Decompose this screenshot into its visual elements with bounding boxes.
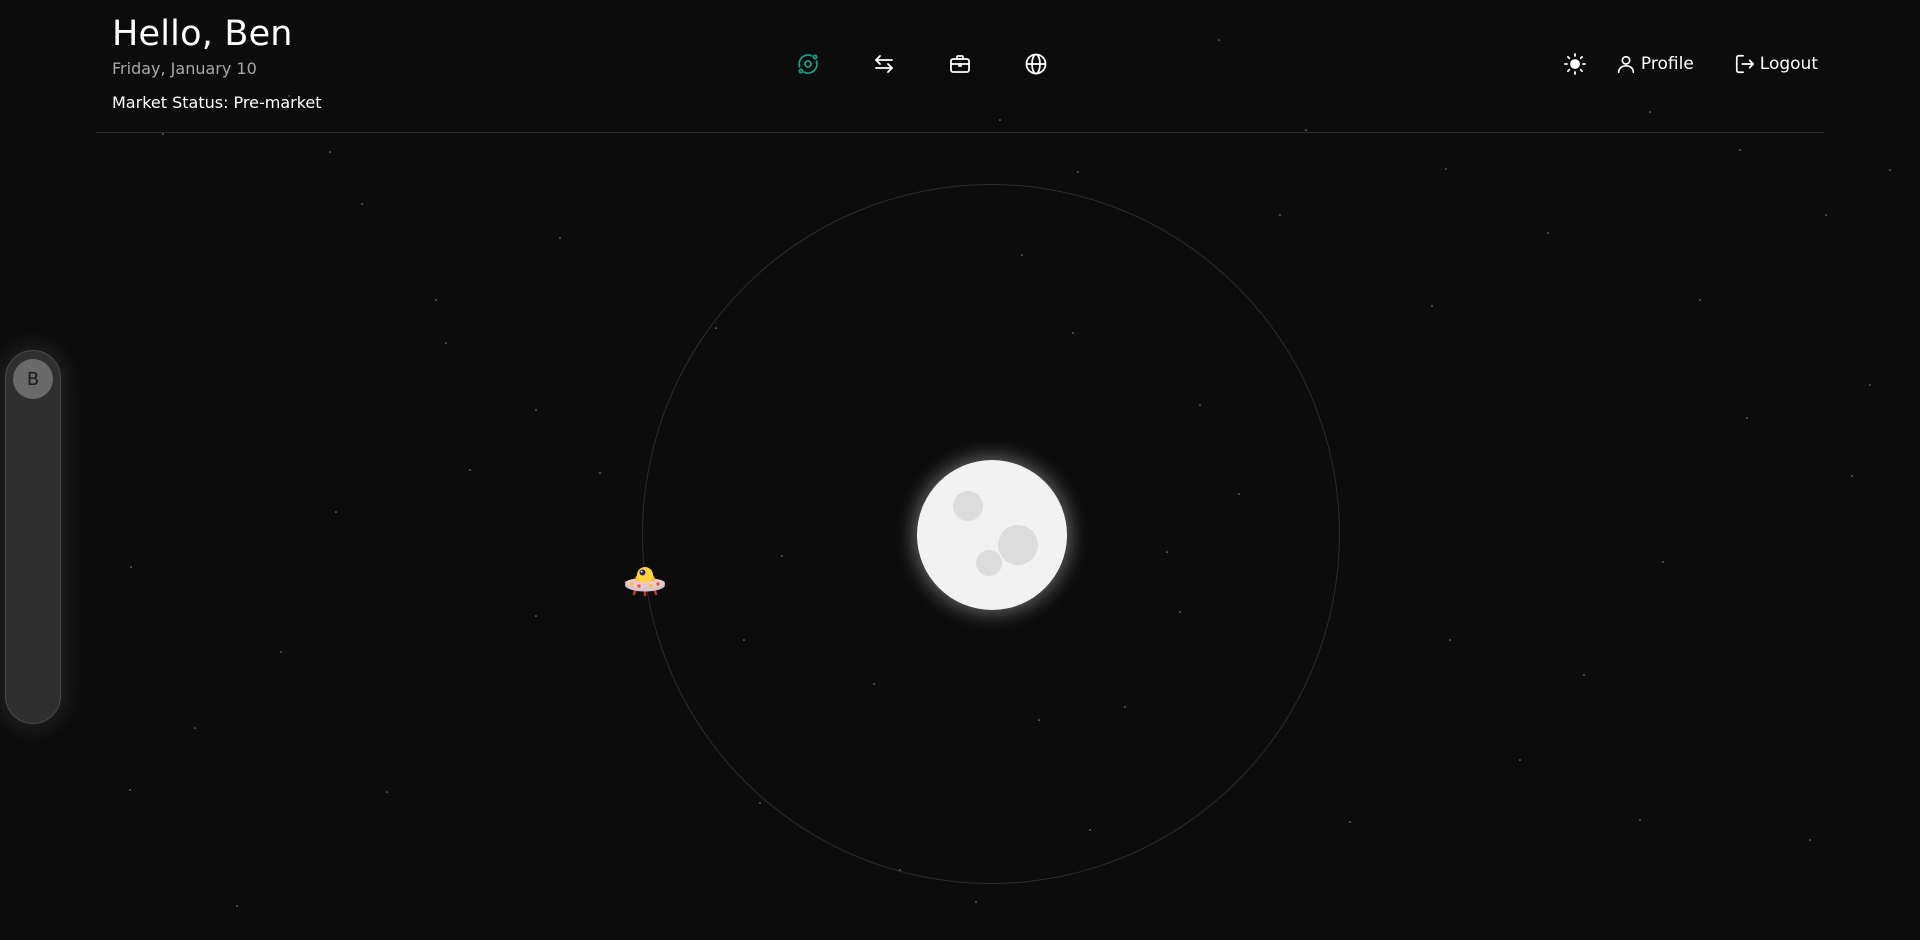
nav-transfer-button[interactable] <box>872 52 896 76</box>
nav-orbit-button[interactable] <box>796 52 820 76</box>
user-menu: Profile Logout <box>1563 52 1818 76</box>
transfer-arrows-icon <box>875 55 893 73</box>
sun-icon <box>1564 53 1586 75</box>
page: Hello, Ben Friday, January 10 Market Sta… <box>0 0 1920 940</box>
nav-markets-button[interactable] <box>1024 52 1048 76</box>
theme-toggle-button[interactable] <box>1563 52 1587 76</box>
market-status: Market Status: Pre-market <box>112 93 322 112</box>
avatar[interactable]: B <box>13 359 53 399</box>
ufo-icon[interactable] <box>623 560 667 600</box>
logout-icon <box>1735 54 1754 74</box>
current-date: Friday, January 10 <box>112 59 257 78</box>
moon-crater <box>976 550 1002 576</box>
logout-link[interactable]: Logout <box>1734 53 1818 75</box>
top-header: Hello, Ben Friday, January 10 Market Sta… <box>96 0 1824 133</box>
logout-label: Logout <box>1759 54 1818 74</box>
main-nav <box>796 52 1048 76</box>
moon-icon <box>917 460 1067 610</box>
profile-link[interactable]: Profile <box>1615 53 1694 75</box>
globe-icon <box>1025 53 1047 75</box>
orbit-icon <box>798 54 818 74</box>
moon-crater <box>953 491 983 521</box>
profile-label: Profile <box>1640 54 1694 74</box>
briefcase-icon <box>950 55 970 73</box>
moon-crater <box>998 525 1038 565</box>
user-icon <box>1617 55 1635 74</box>
greeting-title: Hello, Ben <box>112 14 293 54</box>
nav-portfolio-button[interactable] <box>948 52 972 76</box>
left-sidebar-rail: B <box>5 350 61 724</box>
